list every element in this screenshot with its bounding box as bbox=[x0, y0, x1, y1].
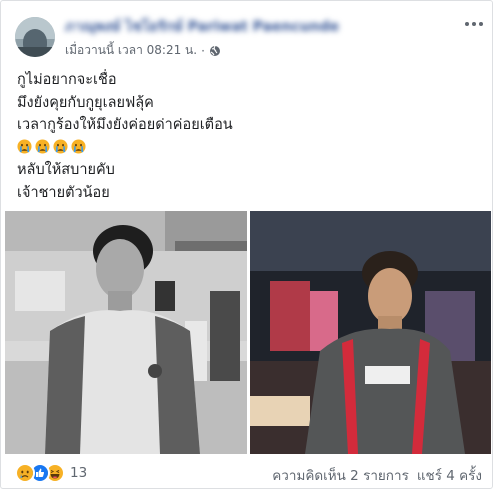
emoji-line bbox=[17, 137, 477, 160]
reaction-count[interactable]: 13 bbox=[70, 465, 87, 481]
author-avatar[interactable] bbox=[15, 17, 55, 57]
post-line: มึงยังคุยกับกูยุเลยฟลุ้ค bbox=[17, 94, 154, 111]
engagement-stats: ความคิดเห็น 2 รายการ แชร์ 4 ครั้ง bbox=[272, 464, 482, 486]
more-options-button[interactable] bbox=[463, 15, 485, 33]
post-footer: 13 ความคิดเห็น 2 รายการ แชร์ 4 ครั้ง bbox=[1, 457, 493, 489]
post-timestamp[interactable]: เมื่อวานนี้ เวลา 08:21 น. bbox=[65, 41, 197, 60]
meta-separator: · bbox=[201, 43, 205, 58]
reactions-summary[interactable]: 13 bbox=[15, 463, 87, 483]
crying-face-icon bbox=[17, 138, 32, 154]
sad-reaction-icon bbox=[15, 463, 35, 483]
post-line: กูไม่อยากจะเชื่อ bbox=[17, 72, 117, 88]
post-line: เจ้าชายตัวน้อย bbox=[17, 184, 110, 201]
post-text: กูไม่อยากจะเชื่อ มึงยังคุยกับกูยุเลยฟลุ้… bbox=[17, 69, 477, 204]
author-name[interactable]: ภาณุพงษ์ ไชโยรักษ์ Pariwat Paencunde bbox=[65, 16, 339, 38]
globe-icon[interactable] bbox=[209, 45, 221, 57]
more-icon bbox=[465, 22, 469, 26]
photo-left[interactable] bbox=[5, 211, 247, 454]
post-card: ภาณุพงษ์ ไชโยรักษ์ Pariwat Paencunde เมื… bbox=[0, 0, 493, 489]
post-line: เวลากูร้องให้มึงยังค่อยด่าค่อยเตือน bbox=[17, 117, 233, 133]
author-name-link[interactable]: ภาณุพงษ์ ไชโยรักษ์ Pariwat Paencunde bbox=[65, 16, 355, 35]
crying-face-icon bbox=[53, 138, 68, 154]
share-count-link[interactable]: แชร์ 4 ครั้ง bbox=[417, 464, 482, 486]
crying-face-icon bbox=[35, 138, 50, 154]
post-line: หลับให้สบายคับ bbox=[17, 162, 115, 178]
crying-face-icon bbox=[71, 138, 86, 154]
post-meta: เมื่อวานนี้ เวลา 08:21 น. · bbox=[65, 41, 221, 60]
photo-right[interactable] bbox=[250, 211, 491, 454]
comment-count-link[interactable]: ความคิดเห็น 2 รายการ bbox=[272, 464, 409, 486]
